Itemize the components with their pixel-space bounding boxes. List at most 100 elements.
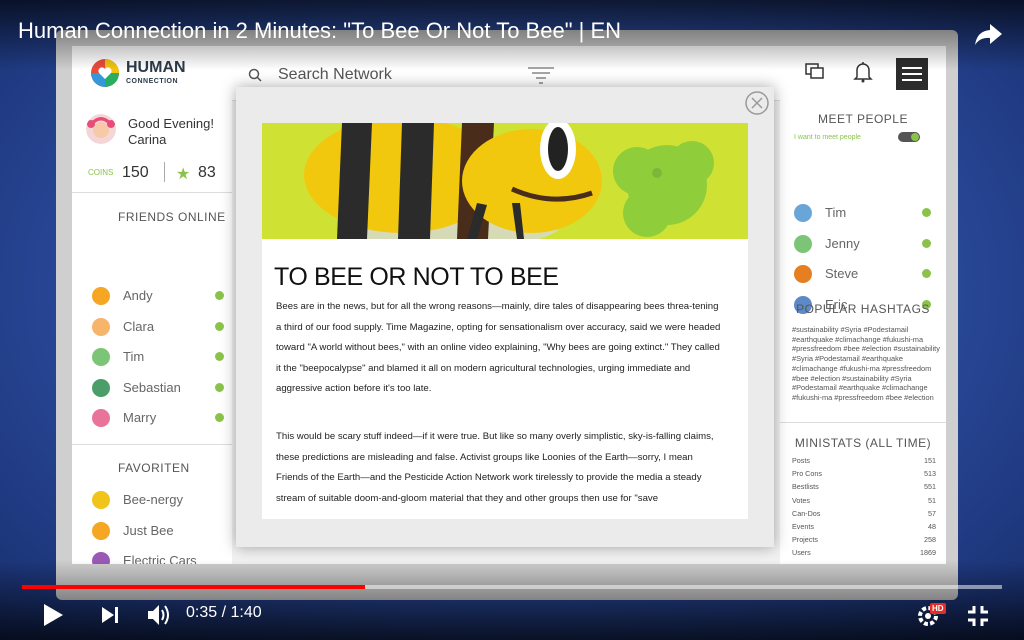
online-status-dot [215,291,224,300]
article-paragraph-1: Bees are in the news, but for all the wr… [276,301,721,394]
divider [780,422,946,423]
ministat-label: Votes [792,495,810,505]
controls-shade [0,560,1024,640]
avatar [92,348,110,366]
ministat-row: Bestlists 551 [792,482,936,495]
person-name: Steve [825,266,859,281]
online-status-dot [215,413,224,422]
person-item[interactable]: Jenny [794,233,934,255]
online-status-dot [215,352,224,361]
right-sidebar: MEET PEOPLE I want to meet people Tim Je… [780,100,946,564]
avatar [92,287,110,305]
favorite-item[interactable]: Bee-nergy [92,489,232,511]
video-title[interactable]: Human Connection in 2 Minutes: "To Bee O… [18,18,621,44]
hashtags-list[interactable]: #sustainability #Syria #Podestamail #ear… [792,325,942,403]
share-icon[interactable] [972,18,1004,50]
friend-item[interactable]: Tim [92,346,232,368]
person-name: Tim [825,205,847,220]
avatar [794,234,812,253]
ministat-row: Can-Dos 57 [792,509,936,522]
friend-name: Clara [123,318,155,334]
user-card: Good Evening! Carina COINS 150 ★ 83 [72,100,232,193]
online-status-dot [922,238,931,248]
person-name: Jenny [825,235,860,251]
meet-people-toggle[interactable] [898,132,920,142]
ministats-table: Posts 151 Pro Cons 513 Bestlists 551 Votes 51 Ca… [792,456,936,562]
greeting-text: Good Evening! [128,116,215,131]
left-sidebar: Good Evening! Carina COINS 150 ★ 83 FRIE… [72,100,232,564]
ministat-label: Can-Dos [792,508,821,518]
friend-name: Tim [123,349,145,364]
user-name: Carina [128,132,167,147]
friend-name: Marry [123,410,157,425]
favorites-heading: FAVORITEN [118,461,190,475]
favorite-icon [92,491,110,509]
ministat-row: Projects 258 [792,535,936,548]
avatar[interactable] [86,114,116,144]
ministat-value: 57 [928,508,936,518]
ministat-row: Posts 151 [792,456,936,469]
avatar [794,265,812,283]
friend-item[interactable]: Sebastian [92,377,232,399]
bee-illustration [262,123,748,239]
friend-name: Sebastian [123,379,181,395]
ministats-heading: MINISTATS (ALL TIME) [794,436,932,450]
volume-icon[interactable] [146,603,172,627]
online-status-dot [922,269,931,278]
article-title: TO BEE OR NOT TO BEE [274,263,559,291]
friend-item[interactable]: Andy [92,285,232,307]
ministat-value: 151 [924,456,936,465]
stars-value: 83 [198,164,216,181]
article-card: TO BEE OR NOT TO BEE Bees are in the new… [262,123,748,519]
online-status-dot [215,382,224,392]
avatar [92,317,110,336]
popular-hashtags-heading: POPULAR HASHTAGS [796,302,930,316]
meet-toggle-label: I want to meet people [794,134,861,141]
article-paragraph-2: This would be scary stuff indeed—if it w… [276,431,714,504]
person-item[interactable]: Tim [794,202,934,224]
ministat-value: 51 [928,495,936,505]
coins-value: 150 [122,164,149,181]
next-icon[interactable] [100,605,120,625]
play-icon[interactable] [42,603,64,627]
avatar [794,204,812,222]
ministat-label: Projects [792,535,818,545]
ministat-label: Events [792,521,814,531]
divider [164,162,165,182]
exit-fullscreen-icon[interactable] [966,604,990,628]
friend-item[interactable]: Clara [92,316,232,338]
article-banner-image [262,123,748,239]
ministat-row: Events 48 [792,522,936,535]
ministat-value: 48 [928,521,936,531]
favorite-icon [92,521,110,540]
meet-people-heading: MEET PEOPLE [818,112,908,126]
avatar [92,378,110,397]
ministat-label: Pro Cons [792,469,822,479]
friend-item[interactable]: Marry [92,407,232,429]
ministat-value: 551 [924,482,936,492]
star-icon: ★ [176,166,191,183]
ministat-label: Bestlists [792,482,819,492]
friends-online-heading: FRIENDS ONLINE [118,210,226,224]
ministat-row: Pro Cons 513 [792,469,936,482]
user-greeting: Good Evening! Carina [128,116,214,148]
avatar [92,409,110,427]
coins-label: COINS [88,168,114,177]
progress-played [22,585,365,589]
progress-bar[interactable] [22,585,1002,589]
time-display: 0:35 / 1:40 [186,604,262,621]
search-icon[interactable] [248,68,262,82]
online-status-dot [922,208,931,217]
online-status-dot [215,321,224,331]
ministat-label: Posts [792,456,810,465]
close-icon[interactable] [744,90,770,116]
ministat-value: 258 [924,535,936,545]
ministat-value: 513 [924,469,936,479]
favorite-name: Just Bee [123,522,174,538]
favorite-name: Bee-nergy [123,492,183,507]
hd-badge: HD [930,603,946,614]
friend-name: Andy [123,288,153,303]
ministat-row: Votes 51 [792,496,936,509]
favorite-item[interactable]: Just Bee [92,520,232,542]
person-item[interactable]: Steve [794,263,934,285]
